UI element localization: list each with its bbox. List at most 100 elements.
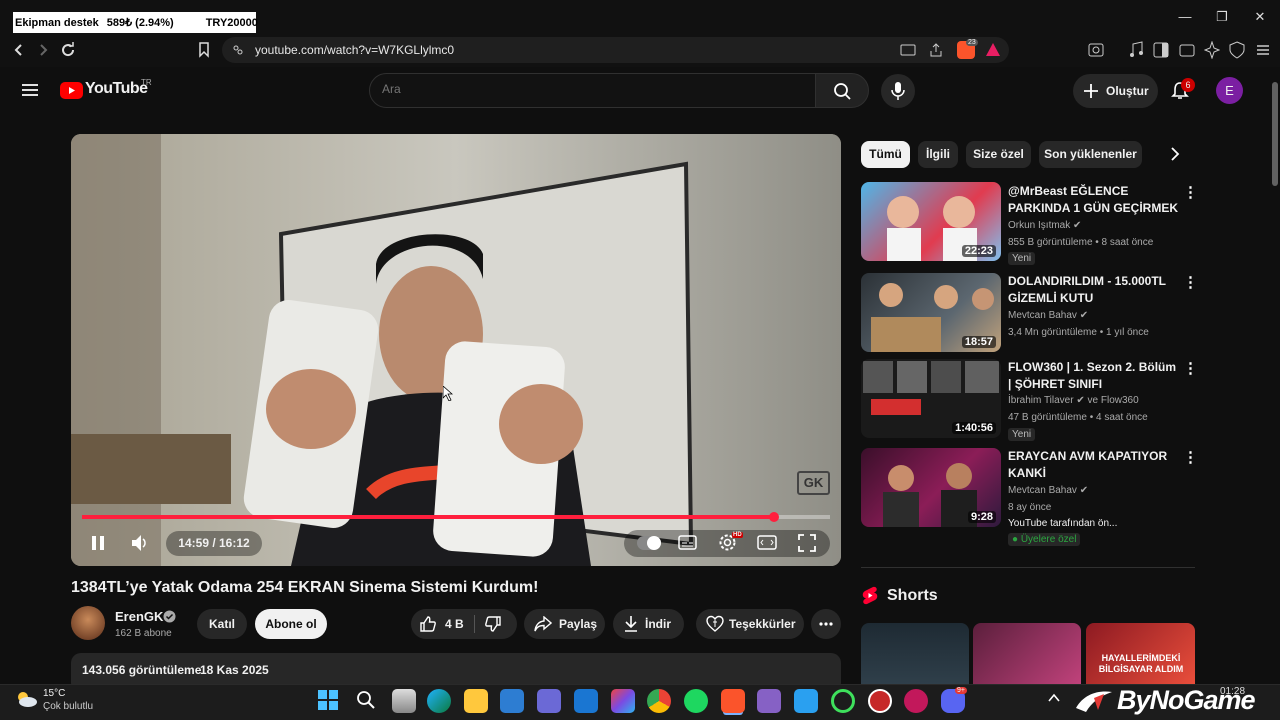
taskbar-search-icon[interactable] bbox=[356, 690, 376, 710]
channel-avatar[interactable] bbox=[71, 606, 105, 640]
share-button[interactable]: Paylaş bbox=[524, 609, 605, 639]
rec-title[interactable]: DOLANDIRILDIM - 15.000TL GİZEMLİ KUTU bbox=[1008, 273, 1178, 307]
chip-recent[interactable]: Son yüklenenler bbox=[1039, 141, 1142, 168]
menu-icon[interactable] bbox=[1255, 42, 1271, 58]
wallet-icon[interactable] bbox=[1179, 42, 1195, 58]
download-button[interactable]: İndir bbox=[613, 609, 684, 639]
media-icon[interactable] bbox=[1128, 41, 1144, 59]
more-actions-button[interactable] bbox=[811, 609, 841, 639]
rec-title[interactable]: ERAYCAN AVM KAPATIYOR KANKİ bbox=[1008, 448, 1178, 482]
app-ring-icon[interactable] bbox=[831, 689, 855, 713]
scrollbar-thumb[interactable] bbox=[1272, 82, 1278, 186]
youtube-logo-icon[interactable] bbox=[60, 82, 83, 99]
rec-title[interactable]: @MrBeast EĞLENCE PARKINDA 1 GÜN GEÇİRMEK bbox=[1008, 183, 1178, 217]
channel-name[interactable]: ErenGK bbox=[115, 609, 163, 624]
short-thumbnail[interactable] bbox=[973, 623, 1081, 684]
search-button[interactable] bbox=[815, 73, 869, 108]
video-thumbnail[interactable]: 22:23 bbox=[861, 182, 1001, 261]
theater-mode-icon[interactable] bbox=[757, 535, 777, 550]
search-box[interactable] bbox=[369, 73, 816, 108]
site-settings-icon[interactable] bbox=[232, 44, 244, 56]
account-avatar[interactable]: E bbox=[1216, 77, 1243, 104]
like-icon[interactable] bbox=[419, 615, 437, 633]
voice-search-button[interactable] bbox=[881, 74, 915, 108]
create-button[interactable]: Oluştur bbox=[1073, 74, 1158, 108]
tray-chevron-up-icon[interactable] bbox=[1048, 693, 1060, 703]
minimize-button[interactable]: — bbox=[1170, 6, 1200, 28]
system-clock[interactable]: 01:28 bbox=[1220, 686, 1245, 697]
leo-ai-icon[interactable] bbox=[1204, 41, 1220, 59]
subscribe-button[interactable]: Abone ol bbox=[255, 609, 327, 639]
obs-like-icon[interactable] bbox=[868, 689, 892, 713]
teams-icon[interactable] bbox=[537, 689, 561, 713]
video-thumbnail[interactable]: 18:57 bbox=[861, 273, 1001, 352]
dislike-icon[interactable] bbox=[484, 615, 502, 633]
chevron-right-icon[interactable] bbox=[1170, 147, 1180, 161]
chrome-icon[interactable] bbox=[647, 689, 671, 713]
weather-cloud-icon[interactable] bbox=[14, 689, 38, 709]
windows-start-icon[interactable] bbox=[318, 690, 338, 710]
autoplay-toggle[interactable] bbox=[637, 536, 661, 550]
streaming-app-icon[interactable] bbox=[904, 689, 928, 713]
ms-store-icon[interactable] bbox=[500, 689, 524, 713]
seek-handle[interactable] bbox=[768, 512, 779, 522]
bookmark-icon[interactable] bbox=[198, 42, 210, 58]
short-thumbnail[interactable] bbox=[861, 623, 969, 684]
share-page-icon[interactable] bbox=[928, 42, 944, 58]
vscode-icon[interactable] bbox=[794, 689, 818, 713]
spotify-icon[interactable] bbox=[684, 689, 708, 713]
search-input[interactable] bbox=[382, 82, 802, 96]
members-only-badge: ● Üyelere özel bbox=[1008, 533, 1081, 546]
screenshot-icon[interactable] bbox=[1088, 42, 1104, 58]
cast-icon[interactable] bbox=[900, 43, 916, 57]
weather-desc[interactable]: Çok bulutlu bbox=[43, 701, 93, 712]
section-divider bbox=[861, 567, 1195, 568]
rec-channel[interactable]: Orkun Işıtmak ✔ bbox=[1008, 220, 1081, 231]
weather-temp[interactable]: 15°C bbox=[43, 688, 65, 699]
volume-icon[interactable] bbox=[131, 534, 149, 552]
forward-icon[interactable] bbox=[36, 43, 50, 57]
seek-bar[interactable] bbox=[82, 515, 830, 519]
rec-menu-button[interactable]: ⋮ bbox=[1183, 273, 1198, 293]
fullscreen-icon[interactable] bbox=[798, 534, 816, 552]
thanks-button[interactable]: Teşekkürler bbox=[696, 609, 804, 639]
rec-menu-button[interactable]: ⋮ bbox=[1183, 359, 1198, 379]
chip-all[interactable]: Tümü bbox=[861, 141, 910, 168]
reload-icon[interactable] bbox=[60, 42, 76, 58]
rec-menu-button[interactable]: ⋮ bbox=[1183, 183, 1198, 203]
task-view-icon[interactable] bbox=[392, 689, 416, 713]
ms365-icon[interactable] bbox=[611, 689, 635, 713]
like-count[interactable]: 4 B bbox=[445, 617, 464, 631]
hamburger-icon[interactable] bbox=[22, 83, 38, 97]
join-button[interactable]: Katıl bbox=[197, 609, 247, 639]
rec-menu-button[interactable]: ⋮ bbox=[1183, 448, 1198, 468]
youtube-logo-text[interactable]: YouTube bbox=[85, 80, 148, 98]
rec-channel[interactable]: Mevtcan Bahav ✔ bbox=[1008, 485, 1088, 496]
chip-for-you[interactable]: Size özel bbox=[966, 141, 1031, 168]
video-player[interactable]: GK bbox=[71, 134, 841, 566]
brave-icon[interactable] bbox=[721, 689, 745, 713]
rec-title[interactable]: FLOW360 | 1. Sezon 2. Bölüm | ŞÖHRET SIN… bbox=[1008, 359, 1178, 393]
video-thumbnail[interactable]: 1:40:56 bbox=[861, 359, 1001, 438]
edge-icon[interactable] bbox=[427, 689, 451, 713]
pause-icon[interactable] bbox=[90, 535, 106, 551]
outlook-icon[interactable] bbox=[574, 689, 598, 713]
maximize-button[interactable]: ❐ bbox=[1207, 6, 1237, 28]
brave-shields-count: 23 bbox=[966, 39, 978, 46]
subtitles-icon[interactable] bbox=[678, 535, 697, 550]
sidebar-icon[interactable] bbox=[1153, 42, 1169, 58]
upload-date: 18 Kas 2025 bbox=[200, 663, 269, 677]
chip-related[interactable]: İlgili bbox=[918, 141, 958, 168]
back-icon[interactable] bbox=[12, 43, 26, 57]
rec-channel[interactable]: Mevtcan Bahav ✔ bbox=[1008, 310, 1088, 321]
members-only-icon: ● bbox=[1012, 534, 1019, 545]
rec-channel[interactable]: İbrahim Tilaver ✔ ve Flow360 bbox=[1008, 395, 1139, 406]
video-thumbnail[interactable]: 9:28 bbox=[861, 448, 1001, 527]
channel-watermark: GK bbox=[797, 471, 830, 495]
short-thumbnail[interactable]: HAYALLERİMDEKİ BİLGİSAYAR ALDIM bbox=[1086, 623, 1195, 684]
visual-studio-icon[interactable] bbox=[757, 689, 781, 713]
brave-rewards-icon[interactable] bbox=[985, 42, 1001, 57]
close-window-button[interactable]: ✕ bbox=[1245, 6, 1275, 28]
file-explorer-icon[interactable] bbox=[464, 689, 488, 713]
vpn-icon[interactable] bbox=[1229, 41, 1245, 59]
